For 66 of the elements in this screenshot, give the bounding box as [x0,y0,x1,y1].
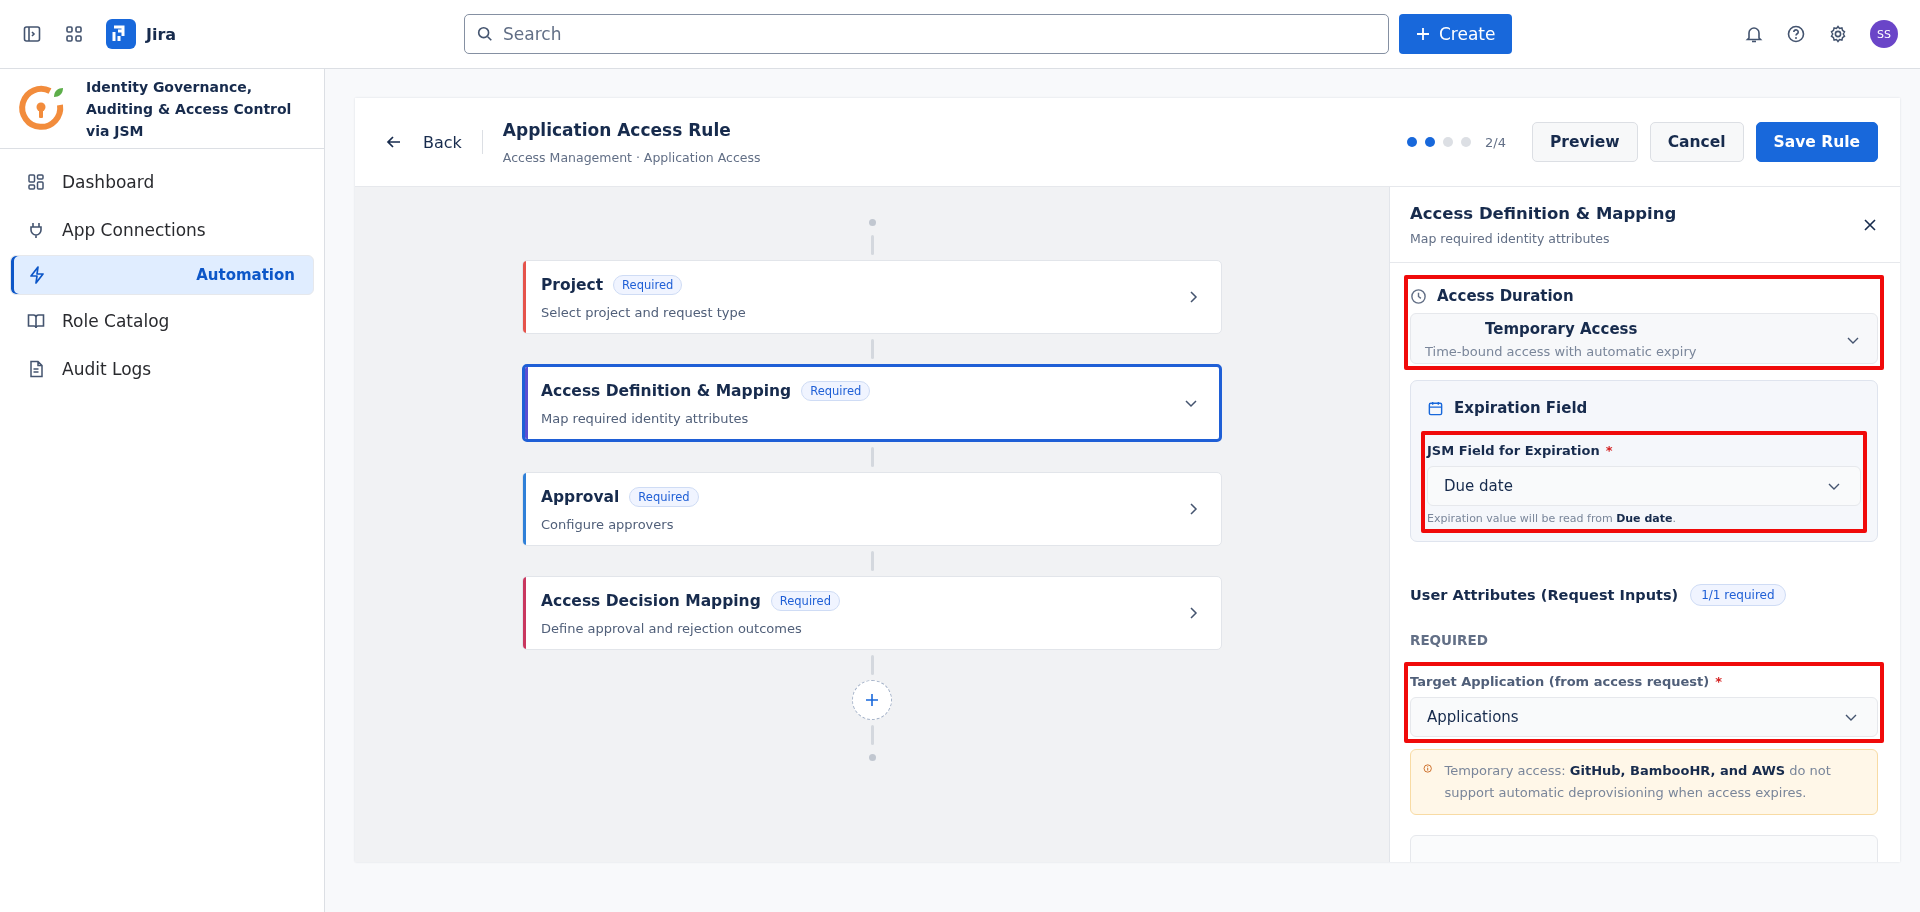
notification-bell-icon[interactable] [1744,24,1764,44]
sidebar-item[interactable]: App Connections [10,207,314,252]
step-title: Access Decision Mapping [541,591,761,610]
target-application-dropdown[interactable]: Applications [1410,697,1878,737]
plus-icon [864,692,880,708]
step-title: Access Definition & Mapping [541,381,792,400]
section-title: User Attributes (Request Inputs) [1410,587,1679,603]
user-avatar[interactable]: SS [1870,20,1898,48]
required-asterisk: * [1715,674,1722,689]
page-title: Application Access Rule [502,119,732,140]
warning-text: Temporary access: GitHub, BambooHR, and AWS do not support automatic deprovisioning when access expires. [1444,762,1832,802]
search-icon [476,25,494,43]
step-description: Select project and request type [541,304,747,320]
panel-subtitle: Map required identity attributes [1410,230,1611,246]
field-label: Target Application (from access request) [1410,674,1710,689]
step-title: Project [541,275,604,294]
step-title: Approval [541,487,620,506]
section-title: Access Duration [1437,287,1574,305]
required-badge: Required [629,486,699,507]
flow-step-card[interactable]: Approval Required Configure approvers [522,472,1222,546]
app-grid-icon[interactable] [64,24,84,44]
back-button[interactable]: Back [385,132,462,152]
field-hint: Expiration value will be read from Due date. [1427,511,1677,527]
lightning-icon [27,265,47,285]
expiration-field-dropdown[interactable]: Due date [1427,466,1861,506]
create-button[interactable]: Create [1399,14,1512,54]
required-badge: Required [770,590,840,611]
flow-step-card[interactable]: Access Decision Mapping Required Define approval and rejection outcomes [522,576,1222,650]
sidebar-item[interactable]: Automation [10,255,314,295]
access-duration-dropdown[interactable]: Temporary Access Time-bound access with automatic expiry [1410,313,1878,364]
sidebar-item[interactable]: Audit Logs [10,346,314,391]
help-icon[interactable] [1786,24,1806,44]
sidebar-toggle-icon[interactable] [22,24,42,44]
required-badge: Required [801,380,871,401]
step-description: Configure approvers [541,516,675,532]
dashboard-icon [26,171,46,192]
calendar-icon [1427,399,1444,417]
add-step-button[interactable] [852,680,892,720]
header-button[interactable]: Cancel [1649,122,1744,162]
required-badge: Required [613,274,683,295]
field-label: JSM Field for Expiration [1427,443,1600,458]
group-label: REQUIRED [1410,631,1489,650]
app-title: Identity Governance, Auditing & Access Control via JSM [86,77,293,141]
header-button[interactable]: Preview [1531,122,1638,162]
panel-title: Access Definition & Mapping [1410,203,1677,223]
close-icon[interactable] [1862,216,1878,233]
flow-step-card[interactable]: Project Required Select project and request type [522,260,1222,334]
search-field[interactable]: Search [464,14,1389,54]
clock-icon [1410,287,1427,305]
flow-end-dot [868,754,876,761]
step-description: Map required identity attributes [541,410,750,426]
flow-start-dot [868,219,876,226]
step-description: Define approval and rejection outcomes [541,620,803,636]
required-asterisk: * [1605,443,1613,458]
header-button[interactable]: Save Rule [1755,122,1878,162]
jira-logo-icon[interactable] [106,19,136,49]
settings-icon[interactable] [1828,24,1848,44]
flow-step-card[interactable]: Access Definition & Mapping Required Map required identity attributes [522,364,1222,442]
sidebar-item[interactable]: Dashboard [10,159,314,204]
step-counter: 2/4 [1485,134,1506,150]
breadcrumb: Access Management · Application Access [502,149,761,165]
sidebar-item[interactable]: Role Catalog [10,298,314,343]
section-title: Expiration Field [1454,399,1588,417]
app-name: Jira [146,24,177,44]
required-count-badge: 1/1 required [1690,584,1786,606]
plus-icon [1415,26,1431,42]
